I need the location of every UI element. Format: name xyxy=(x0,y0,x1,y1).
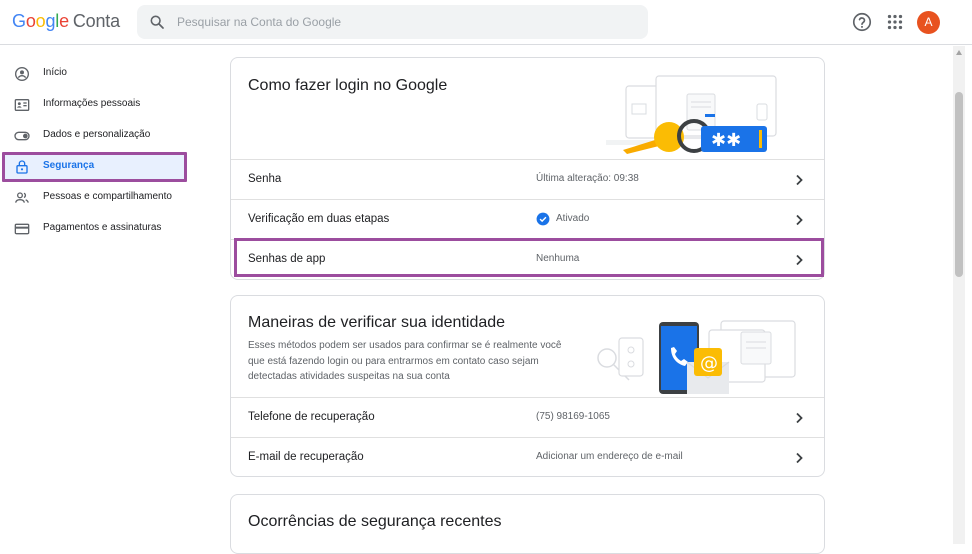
lock-icon xyxy=(16,160,28,174)
google-conta-logo[interactable]: Google Conta xyxy=(12,11,120,32)
svg-text:✱✱: ✱✱ xyxy=(711,130,741,151)
top-bar: GoogleConta A xyxy=(0,0,972,45)
id-card-icon xyxy=(14,99,30,111)
sidebar-item-informacoes-pessoais[interactable]: Informações pessoais xyxy=(0,89,200,120)
row-senhas-de-app[interactable]: Senhas de app Nenhuma xyxy=(231,239,824,279)
sidebar-item-dados-personalizacao[interactable]: Dados e personalização xyxy=(0,120,200,151)
scroll-up-arrow-icon[interactable] xyxy=(956,50,962,55)
row-value: Nenhuma xyxy=(536,253,580,264)
chevron-right-icon xyxy=(796,452,803,464)
search-icon[interactable] xyxy=(149,14,165,30)
search-bar[interactable] xyxy=(137,5,648,39)
row-email-recuperacao[interactable]: E-mail de recuperação Adicionar um ender… xyxy=(231,437,824,476)
identity-illustration: @ xyxy=(597,320,796,394)
sidebar-item-label: Informações pessoais xyxy=(43,98,141,109)
avatar[interactable]: A xyxy=(917,11,940,34)
row-value: (75) 98169-1065 xyxy=(536,411,610,422)
row-value: Ativado xyxy=(556,213,590,224)
sidebar-item-pagamentos-assinaturas[interactable]: Pagamentos e assinaturas xyxy=(0,213,200,244)
chevron-right-icon xyxy=(796,214,803,226)
sidebar-item-pessoas-compartilhamento[interactable]: Pessoas e compartilhamento xyxy=(0,182,200,213)
events-card: Ocorrências de segurança recentes xyxy=(230,494,825,554)
identity-card-description: Esses métodos podem ser usados para conf… xyxy=(248,340,562,382)
login-card: Como fazer login no Google ✱✱ Senha Últi… xyxy=(230,57,825,280)
row-label: Telefone de recuperação xyxy=(248,411,375,423)
row-value: Adicionar um endereço de e-mail xyxy=(536,451,683,462)
chevron-right-icon xyxy=(796,174,803,186)
row-telefone-recuperacao[interactable]: Telefone de recuperação (75) 98169-1065 xyxy=(231,397,824,437)
toggle-icon xyxy=(14,131,30,141)
row-label: Senhas de app xyxy=(248,253,326,265)
check-circle-icon xyxy=(536,212,550,226)
row-verificacao-duas-etapas[interactable]: Verificação em duas etapas Ativado xyxy=(231,199,824,239)
scrollbar-thumb[interactable] xyxy=(955,92,963,277)
search-input[interactable] xyxy=(177,5,637,39)
row-label: Verificação em duas etapas xyxy=(248,213,390,225)
svg-text:@: @ xyxy=(700,353,718,374)
credit-card-icon xyxy=(14,223,30,235)
sidebar-item-label: Dados e personalização xyxy=(43,129,151,140)
product-name: Conta xyxy=(72,11,120,31)
chevron-right-icon xyxy=(796,254,803,266)
sidebar-item-label: Pagamentos e assinaturas xyxy=(43,222,162,233)
row-senha[interactable]: Senha Última alteração: 09:38 xyxy=(231,159,824,199)
sidebar-item-label: Segurança xyxy=(43,160,95,171)
row-value: Última alteração: 09:38 xyxy=(536,173,639,184)
help-icon[interactable] xyxy=(851,11,873,33)
row-label: Senha xyxy=(248,173,282,185)
sidebar-item-seguranca[interactable]: Segurança xyxy=(0,151,200,182)
identity-card-title: Maneiras de verificar sua identidade xyxy=(248,314,506,331)
events-card-title: Ocorrências de segurança recentes xyxy=(248,513,502,530)
login-illustration: ✱✱ xyxy=(606,75,777,154)
sidebar-item-label: Pessoas e compartilhamento xyxy=(43,191,172,202)
people-icon xyxy=(15,192,29,203)
identity-card: Maneiras de verificar sua identidade Ess… xyxy=(230,295,825,477)
login-card-title: Como fazer login no Google xyxy=(248,77,448,94)
sidebar-item-inicio[interactable]: Início xyxy=(0,58,200,89)
apps-grid-icon[interactable] xyxy=(884,11,906,33)
sidebar-nav: Início Informações pessoais Dados e pers… xyxy=(0,58,200,244)
sidebar-item-label: Início xyxy=(43,67,67,78)
home-icon xyxy=(15,67,29,81)
chevron-right-icon xyxy=(796,412,803,424)
row-label: E-mail de recuperação xyxy=(248,451,364,463)
